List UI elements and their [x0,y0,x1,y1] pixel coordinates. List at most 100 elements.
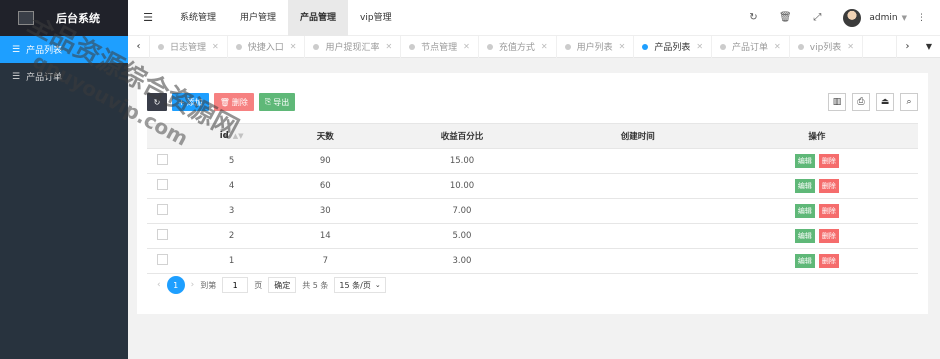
tab-dot [409,43,416,50]
edit-button[interactable]: 编辑 [794,229,815,243]
tab-dot [564,43,571,50]
add-button[interactable]: + 添加 [172,93,209,111]
avatar[interactable] [843,8,862,27]
search-icon[interactable]: ⌕ [900,93,918,111]
close-icon[interactable]: ✕ [774,42,781,51]
current-page[interactable]: 1 [166,276,185,294]
cell-created [559,223,716,249]
menu-toggle-icon[interactable]: ☰ [128,11,168,24]
prev-page-icon[interactable]: ‹ [157,280,161,290]
tab-dot [797,43,804,50]
delete-row-button[interactable]: 删除 [818,154,839,168]
export-button[interactable]: ⎘ 导出 [258,93,296,111]
tab-strip: 日志管理 ✕ 快捷入口 ✕ 用户提现汇率 ✕ 节点管理 ✕ 充值方式 ✕ 用户列表 ✕ 产品… [150,35,896,58]
table-row: 5 90 15.00 编辑 删除 [147,148,918,174]
cell-id: 4 [177,173,287,199]
cell-rate: 10.00 [364,173,560,199]
app-title: 后台系统 [56,12,100,25]
close-icon[interactable]: ✕ [541,42,548,51]
close-icon[interactable]: ✕ [847,42,854,51]
table-row: 1 7 3.00 编辑 删除 [147,248,918,274]
cell-days: 90 [286,148,365,174]
nav-vip[interactable]: vip管理 [348,0,404,36]
user-name[interactable]: admin [869,13,897,23]
cell-days: 14 [286,223,365,249]
row-checkbox[interactable] [156,254,168,265]
page-size-select[interactable]: 15 条/页 ⌄ [334,277,386,293]
sidebar-item-product-orders[interactable]: ☰ 产品订单 [0,63,128,90]
col-id-label: id [219,131,229,141]
delete-row-button[interactable]: 删除 [818,204,839,218]
delete-row-button[interactable]: 删除 [818,179,839,193]
refresh-button[interactable]: ↻ [147,93,167,111]
tab-shortcut[interactable]: 快捷入口 ✕ [228,35,306,58]
tab-log[interactable]: 日志管理 ✕ [150,35,228,58]
goto-page-input[interactable] [222,277,249,293]
edit-button[interactable]: 编辑 [794,179,815,193]
tab-label: 节点管理 [421,43,458,53]
tab-vip-list[interactable]: vip列表 ✕ [790,35,863,58]
more-menu-icon[interactable]: ⋮ [917,13,926,23]
export-icon[interactable]: ⏏ [876,93,894,111]
edit-button[interactable]: 编辑 [794,154,815,168]
cell-id: 3 [177,198,287,224]
export-label: 导出 [273,97,290,107]
goto-confirm-button[interactable]: 确定 [268,277,297,293]
cell-created [559,198,716,224]
cell-rate: 15.00 [364,148,560,174]
delete-row-button[interactable]: 删除 [818,254,839,268]
logo[interactable]: 后台系统 [0,0,128,36]
chevron-right-icon[interactable]: › [896,35,918,58]
logo-image [18,11,34,25]
row-checkbox[interactable] [156,154,168,165]
chevron-down-icon[interactable]: ▼ [902,14,907,22]
data-table: id ▲▼ 天数 收益百分比 创建时间 操作 5 90 15.00 编辑 删除 4 … [147,123,918,274]
row-checkbox[interactable] [156,229,168,240]
close-icon[interactable]: ✕ [212,42,219,51]
nav-users[interactable]: 用户管理 [228,0,288,36]
fullscreen-icon[interactable]: ⤢ [801,12,833,23]
sidebar-item-product-list[interactable]: ☰ 产品列表 [0,36,128,63]
chevron-left-icon[interactable]: ‹ [128,35,150,58]
tab-product-list[interactable]: 产品列表 ✕ [634,35,713,58]
sidebar-item-label: 产品订单 [26,73,63,83]
col-id[interactable]: id ▲▼ [177,123,287,149]
tab-product-orders[interactable]: 产品订单 ✕ [712,35,790,58]
tab-nodes[interactable]: 节点管理 ✕ [401,35,479,58]
cell-id: 1 [177,248,287,274]
sidebar-item-label: 产品列表 [26,46,63,56]
delete-button[interactable]: 🗑 删除 [213,93,254,111]
table-row: 4 60 10.00 编辑 删除 [147,173,918,199]
total-count: 共 5 条 [302,280,329,290]
tab-recharge[interactable]: 充值方式 ✕ [479,35,557,58]
delete-row-button[interactable]: 删除 [818,229,839,243]
add-label: 添加 [186,97,203,107]
columns-icon[interactable]: ▥ [828,93,846,111]
tab-label: 充值方式 [498,43,535,53]
refresh-icon[interactable]: ↻ [737,12,769,23]
row-checkbox[interactable] [156,204,168,215]
tab-label: vip列表 [809,43,842,53]
tab-label: 产品列表 [654,43,691,53]
nav-system[interactable]: 系统管理 [168,0,228,36]
sort-icon[interactable]: ▲▼ [233,132,244,140]
close-icon[interactable]: ✕ [696,42,703,51]
cell-id: 2 [177,223,287,249]
top-nav: 系统管理 用户管理 产品管理 vip管理 [168,0,404,36]
chevron-down-icon[interactable]: ▼ [918,42,940,51]
close-icon[interactable]: ✕ [385,42,392,51]
chevron-down-icon: ⌄ [374,281,381,289]
close-icon[interactable]: ✕ [463,42,470,51]
close-icon[interactable]: ✕ [290,42,297,51]
tab-withdraw-rate[interactable]: 用户提现汇率 ✕ [305,35,402,58]
list-icon: ☰ [12,44,21,55]
edit-button[interactable]: 编辑 [794,254,815,268]
nav-products[interactable]: 产品管理 [288,0,349,36]
row-checkbox[interactable] [156,179,168,190]
edit-button[interactable]: 编辑 [794,204,815,218]
trash-icon[interactable]: 🗑 [769,12,801,23]
close-icon[interactable]: ✕ [619,42,626,51]
tab-user-list[interactable]: 用户列表 ✕ [557,35,635,58]
next-page-icon[interactable]: › [191,280,195,290]
print-icon[interactable]: ⎙ [852,93,870,111]
